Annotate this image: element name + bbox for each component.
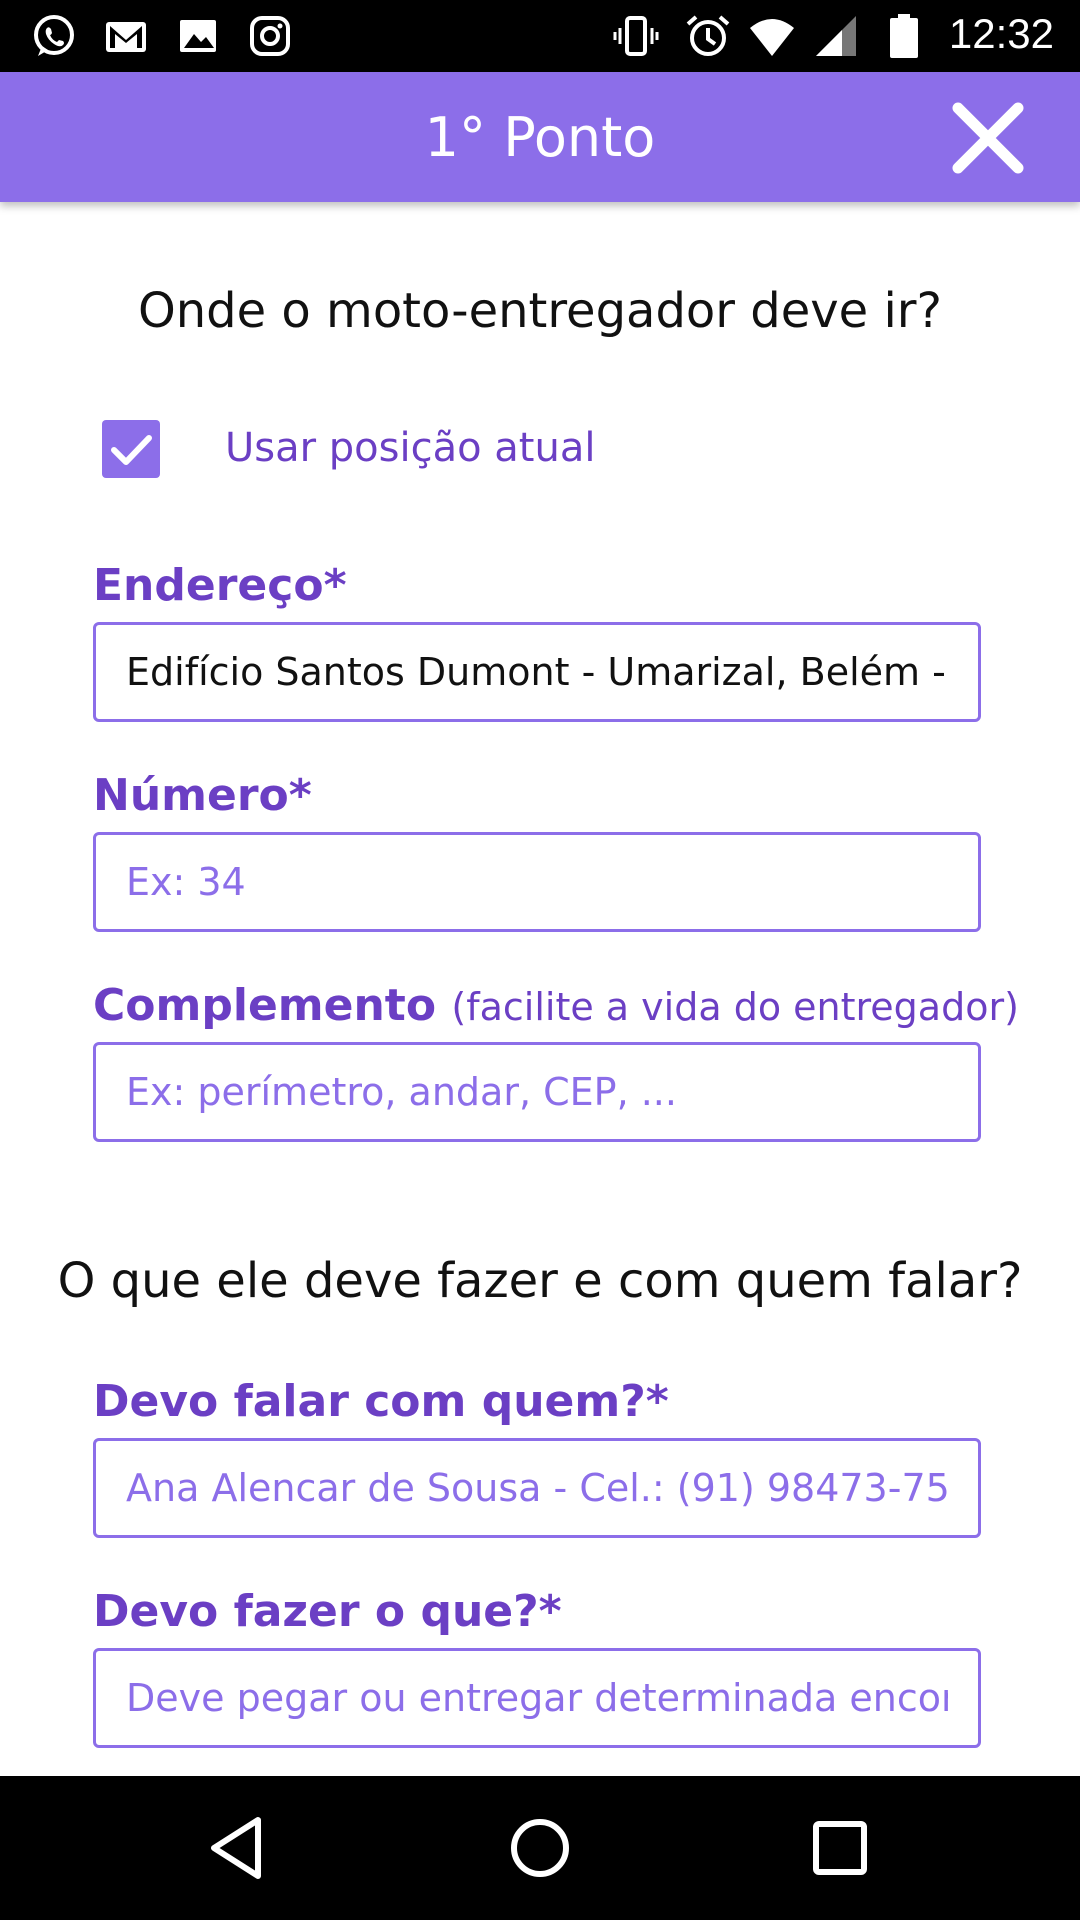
contact-label: Devo falar com quem?* — [93, 1376, 669, 1427]
close-icon[interactable] — [948, 98, 1028, 178]
app-bar: 1° Ponto — [0, 72, 1080, 202]
home-icon[interactable] — [498, 1806, 582, 1890]
use-current-location-checkbox[interactable] — [102, 420, 160, 478]
task-label: Devo fazer o que?* — [93, 1586, 562, 1637]
status-bar: 12:32 — [0, 0, 1080, 72]
checkmark-icon — [111, 435, 152, 465]
alarm-icon — [686, 15, 730, 56]
complement-field[interactable] — [93, 1042, 981, 1142]
battery-icon — [890, 14, 918, 58]
section-heading-destination: Onde o moto-entregador deve ir? — [137, 283, 943, 339]
page-title: 1° Ponto — [424, 106, 656, 169]
back-icon[interactable] — [198, 1806, 282, 1890]
wifi-icon — [750, 19, 794, 56]
use-current-location-label: Usar posição atual — [225, 425, 596, 471]
gallery-icon — [180, 20, 216, 52]
number-field[interactable] — [93, 832, 981, 932]
gmail-icon — [106, 22, 146, 52]
navigation-bar — [0, 1776, 1080, 1920]
contact-field[interactable] — [93, 1438, 981, 1538]
whatsapp-icon — [34, 15, 74, 56]
address-field[interactable] — [93, 622, 981, 722]
instagram-icon — [250, 16, 290, 56]
vibrate-icon — [613, 16, 659, 56]
section-heading-task: O que ele deve fazer e com quem falar? — [57, 1253, 1023, 1309]
complement-hint: (facilite a vida do entregador) — [451, 985, 1019, 1029]
recents-icon[interactable] — [798, 1806, 882, 1890]
complement-label-row: Complemento (facilite a vida do entregad… — [93, 980, 1019, 1031]
number-label: Número* — [93, 770, 312, 821]
clock: 12:32 — [948, 10, 1054, 57]
address-label: Endereço* — [93, 560, 347, 611]
complement-label: Complemento — [93, 980, 437, 1031]
task-field[interactable] — [93, 1648, 981, 1748]
signal-icon — [816, 16, 856, 56]
